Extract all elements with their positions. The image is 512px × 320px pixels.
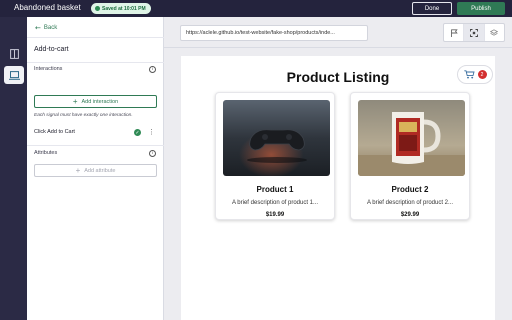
- product-description: A brief description of product 2...: [366, 200, 454, 206]
- preview-canvas: Product Listing 2 Product 1 A brief desc…: [164, 48, 512, 320]
- panel-title: Add-to-cart: [34, 46, 69, 53]
- divider: [27, 62, 164, 63]
- product-image-game-controller: [223, 100, 330, 176]
- interactions-label: Interactions: [34, 66, 63, 72]
- flag-icon: [450, 28, 458, 37]
- left-rail: [0, 17, 27, 320]
- rail-screen-button[interactable]: [4, 66, 24, 84]
- product-name: Product 1: [256, 185, 294, 194]
- attributes-label: Attributes: [34, 150, 58, 156]
- publish-button[interactable]: Publish: [457, 2, 505, 15]
- flag-tool-button[interactable]: [444, 24, 465, 41]
- select-target-icon: [470, 28, 478, 37]
- plus-icon: +: [75, 165, 81, 175]
- interaction-label: Click Add to Cart: [34, 129, 75, 135]
- preview-tools: [443, 23, 505, 42]
- product-price: $19.99: [265, 212, 285, 218]
- product-name: Product 2: [391, 185, 429, 194]
- product-card[interactable]: Product 2 A brief description of product…: [350, 92, 470, 220]
- cart-button[interactable]: 2: [457, 65, 493, 84]
- more-options-icon[interactable]: ⋮: [148, 128, 155, 136]
- info-icon[interactable]: i: [149, 66, 156, 73]
- screen-icon: [8, 70, 20, 80]
- interaction-hint: Each signal must have exactly one intera…: [34, 113, 133, 118]
- app-title: Abandoned basket: [14, 3, 81, 12]
- top-bar: Abandoned basket Saved at 10:01 PM Done …: [0, 0, 512, 17]
- add-interaction-button[interactable]: + Add interaction: [34, 95, 157, 108]
- signal-panel: ← Back Add-to-cart Interactions i + Add …: [27, 17, 164, 320]
- page-title: Product Listing: [286, 69, 390, 85]
- saved-check-icon: [95, 6, 100, 11]
- back-label: Back: [43, 25, 58, 31]
- layers-icon: [490, 28, 499, 36]
- add-attribute-label: Add attribute: [84, 167, 116, 174]
- rail-pages-button[interactable]: [4, 45, 24, 63]
- url-field[interactable]: https://aclele.github.io/test-website/fa…: [180, 25, 368, 41]
- layers-tool-button[interactable]: [485, 24, 504, 41]
- preview-toolbar: https://aclele.github.io/test-website/fa…: [164, 17, 512, 48]
- arrow-left-icon: ←: [35, 24, 41, 32]
- plus-icon: +: [72, 96, 78, 106]
- interaction-row[interactable]: Click Add to Cart ✓ ⋮: [34, 128, 157, 137]
- saved-status-text: Saved at 10:01 PM: [102, 5, 146, 12]
- product-image-coffee-mug: [358, 100, 465, 176]
- back-link[interactable]: ← Back: [35, 24, 57, 32]
- done-button[interactable]: Done: [412, 2, 452, 15]
- add-attribute-button[interactable]: + Add attribute: [34, 164, 157, 177]
- info-icon[interactable]: i: [149, 150, 156, 157]
- add-interaction-label: Add interaction: [81, 98, 119, 105]
- website-page: Product Listing 2 Product 1 A brief desc…: [181, 56, 495, 320]
- select-target-tool-button[interactable]: [464, 24, 485, 41]
- check-circle-icon: ✓: [134, 129, 141, 136]
- product-card[interactable]: Product 1 A brief description of product…: [215, 92, 335, 220]
- saved-status-badge: Saved at 10:01 PM: [91, 3, 151, 14]
- pages-icon: [9, 49, 19, 59]
- divider: [27, 37, 164, 38]
- product-price: $29.99: [400, 212, 420, 218]
- cart-count-badge: 2: [477, 70, 487, 79]
- product-description: A brief description of product 1...: [231, 200, 319, 206]
- shopping-cart-icon: [463, 70, 475, 79]
- divider: [27, 145, 164, 146]
